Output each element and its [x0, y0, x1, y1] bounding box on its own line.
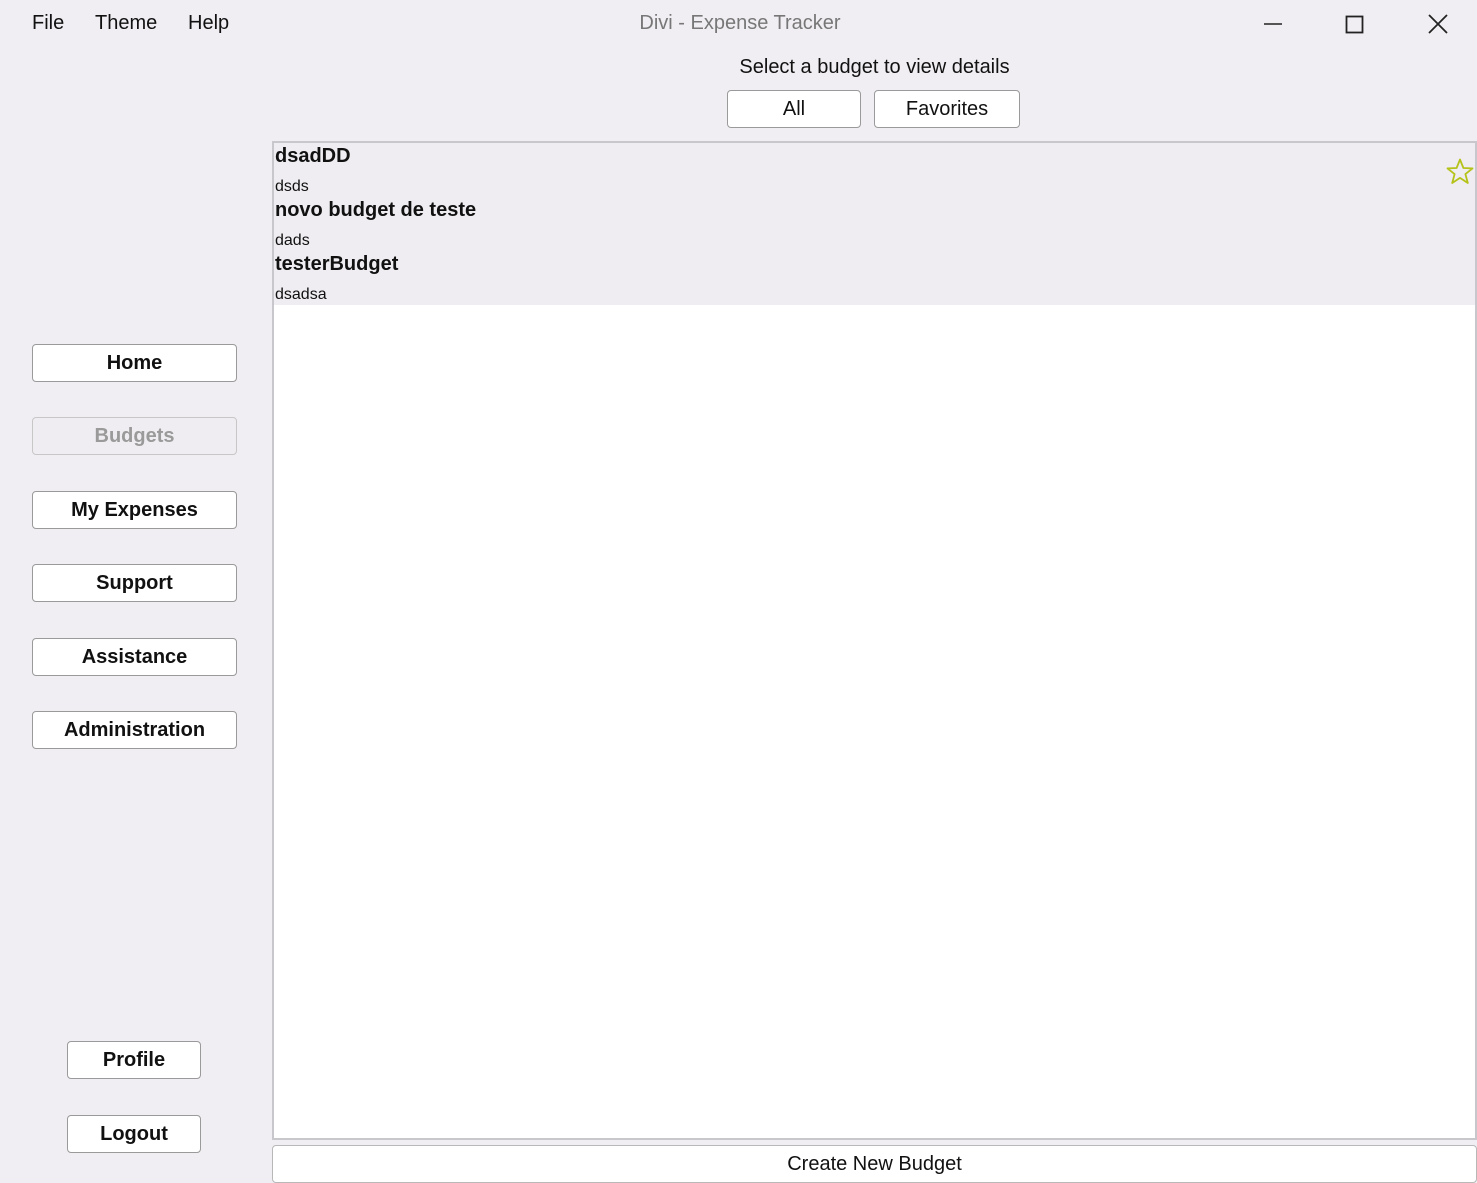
logout-button[interactable]: Logout: [67, 1115, 201, 1153]
budget-list-item[interactable]: novo budget de teste dads: [274, 197, 1475, 251]
budget-title: novo budget de teste: [275, 199, 477, 221]
nav-home-button[interactable]: Home: [32, 344, 237, 382]
create-new-budget-button[interactable]: Create New Budget: [272, 1145, 1477, 1183]
maximize-button[interactable]: [1337, 8, 1373, 42]
filter-all-button[interactable]: All: [727, 90, 861, 128]
budget-list-item[interactable]: testerBudget dsadsa: [274, 251, 1475, 305]
app-window: File Theme Help Divi - Expense Tracker S…: [0, 0, 1477, 1183]
budget-description: dsds: [275, 178, 309, 195]
budget-list-item[interactable]: dsadDD dsds: [274, 143, 1475, 197]
budget-title: dsadDD: [275, 145, 351, 167]
nav-budgets-button[interactable]: Budgets: [32, 417, 237, 455]
budget-list-items: dsadDD dsds novo budget de teste dads te…: [274, 143, 1475, 305]
nav-administration-button[interactable]: Administration: [32, 711, 237, 749]
maximize-icon: [1345, 15, 1364, 34]
nav-support-button[interactable]: Support: [32, 564, 237, 602]
close-icon: [1428, 14, 1448, 34]
budget-list[interactable]: dsadDD dsds novo budget de teste dads te…: [272, 141, 1477, 1140]
budget-description: dsadsa: [275, 286, 327, 303]
profile-button[interactable]: Profile: [67, 1041, 201, 1079]
nav-my-expenses-button[interactable]: My Expenses: [32, 491, 237, 529]
minimize-button[interactable]: [1255, 8, 1291, 42]
budget-title: testerBudget: [275, 253, 399, 275]
nav-assistance-button[interactable]: Assistance: [32, 638, 237, 676]
minimize-icon: [1264, 23, 1282, 25]
budget-description: dads: [275, 232, 310, 249]
page-prompt: Select a budget to view details: [739, 56, 1010, 78]
filter-favorites-button[interactable]: Favorites: [874, 90, 1020, 128]
star-outline-icon[interactable]: [1445, 157, 1475, 187]
close-button[interactable]: [1420, 8, 1456, 42]
